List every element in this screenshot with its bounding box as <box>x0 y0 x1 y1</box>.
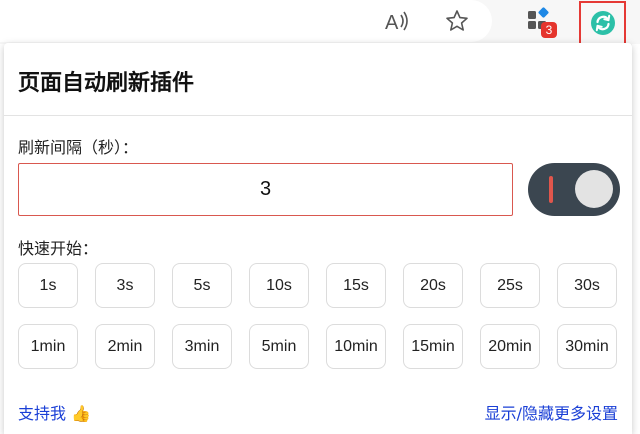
title-divider <box>4 115 632 116</box>
preset-button-3min[interactable]: 3min <box>172 324 232 369</box>
preset-row-seconds: 1s 3s 5s 10s 15s 20s 25s 30s <box>18 263 622 308</box>
browser-toolbar: A 3 <box>0 0 640 45</box>
interval-label: 刷新间隔（秒）： <box>18 138 139 157</box>
support-me-link[interactable]: 支持我 👍 <box>18 400 91 424</box>
preset-button-15s[interactable]: 15s <box>326 263 386 308</box>
interval-input[interactable] <box>18 163 513 216</box>
preset-grid: 1s 3s 5s 10s 15s 20s 25s 30s 1min 2min 3… <box>18 263 622 385</box>
preset-button-30min[interactable]: 30min <box>557 324 617 369</box>
preset-button-5s[interactable]: 5s <box>172 263 232 308</box>
preset-button-15min[interactable]: 15min <box>403 324 463 369</box>
star-icon[interactable] <box>440 4 474 38</box>
page-background-right <box>632 44 640 434</box>
svg-text:A: A <box>385 12 399 32</box>
read-aloud-icon[interactable]: A <box>380 4 414 38</box>
extensions-badge: 3 <box>541 22 557 38</box>
preset-row-minutes: 1min 2min 3min 5min 10min 15min 20min 30… <box>18 324 622 369</box>
extension-popup: 页面自动刷新插件 刷新间隔（秒）： 快速开始： 1s 3s 5s 10s 15s… <box>4 43 632 434</box>
preset-button-20min[interactable]: 20min <box>480 324 540 369</box>
preset-button-20s[interactable]: 20s <box>403 263 463 308</box>
popup-title: 页面自动刷新插件 <box>18 71 195 96</box>
auto-refresh-extension-icon[interactable] <box>579 1 626 45</box>
preset-button-5min[interactable]: 5min <box>249 324 309 369</box>
preset-button-10min[interactable]: 10min <box>326 324 386 369</box>
toggle-more-settings-link[interactable]: 显示/隐藏更多设置 <box>485 400 618 424</box>
preset-button-25s[interactable]: 25s <box>480 263 540 308</box>
preset-button-30s[interactable]: 30s <box>557 263 617 308</box>
preset-button-1s[interactable]: 1s <box>18 263 78 308</box>
preset-button-1min[interactable]: 1min <box>18 324 78 369</box>
quick-start-label: 快速开始： <box>18 239 99 258</box>
preset-button-2min[interactable]: 2min <box>95 324 155 369</box>
refresh-toggle[interactable] <box>528 163 620 216</box>
address-bar[interactable] <box>0 0 492 42</box>
preset-button-3s[interactable]: 3s <box>95 263 155 308</box>
toggle-knob <box>575 170 613 208</box>
preset-button-10s[interactable]: 10s <box>249 263 309 308</box>
extensions-icon[interactable]: 3 <box>522 4 557 38</box>
toggle-on-indicator <box>549 176 553 203</box>
